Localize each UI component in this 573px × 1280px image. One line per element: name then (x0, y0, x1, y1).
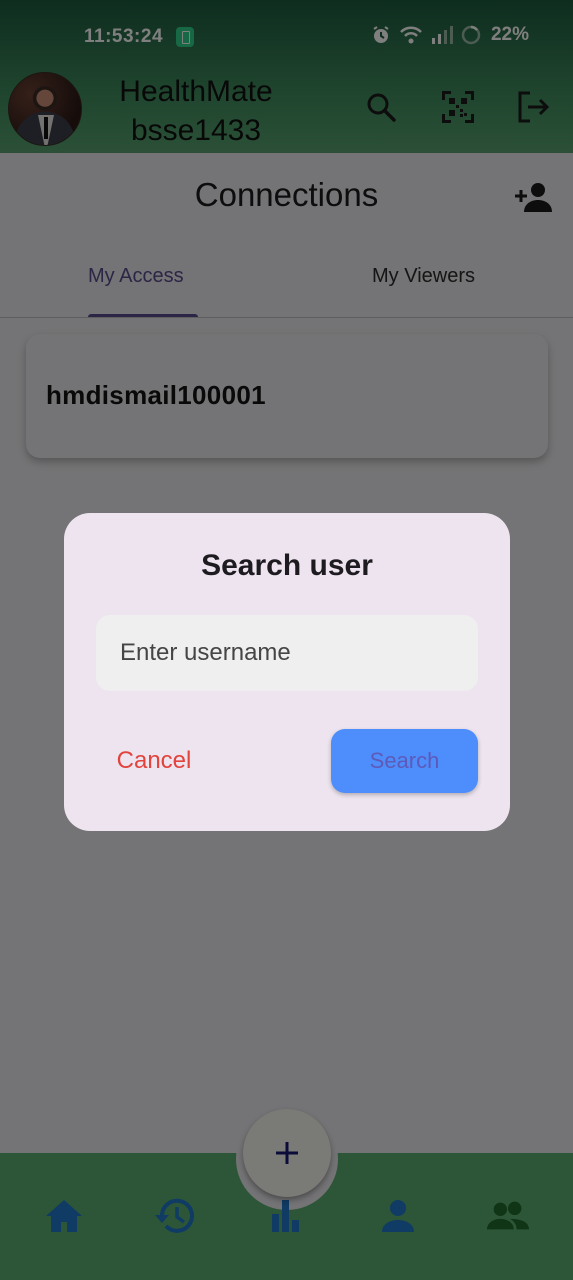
add-entry-button[interactable] (243, 1109, 331, 1197)
search-button[interactable]: Search (331, 729, 478, 793)
plus-icon (276, 1142, 298, 1164)
username-input[interactable] (96, 615, 478, 691)
cancel-button[interactable]: Cancel (96, 729, 212, 793)
dialog-title: Search user (201, 549, 373, 582)
search-user-dialog: Search user Cancel Search (64, 513, 510, 831)
